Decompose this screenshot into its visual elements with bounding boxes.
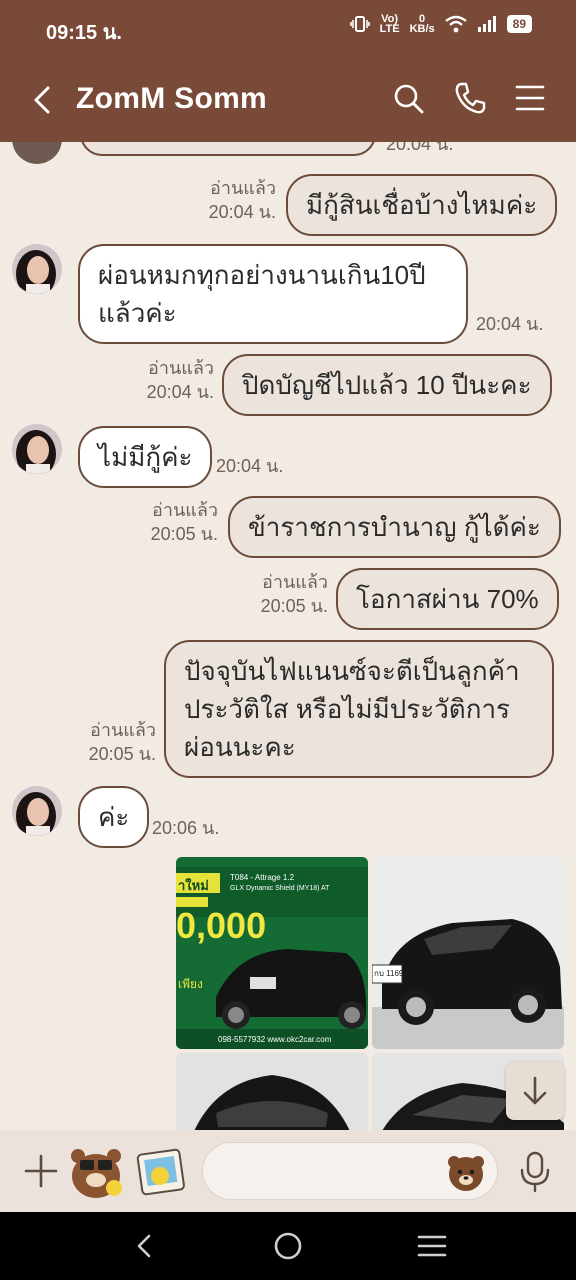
message-bubble-outgoing[interactable]: โอกาสผ่าน 70% <box>336 568 559 630</box>
message-bubble-outgoing[interactable]: ข้าราชการบำนาญ กู้ได้ค่ะ <box>228 496 561 558</box>
read-receipt: อ่านแล้ว <box>90 720 156 740</box>
search-icon[interactable] <box>390 80 426 116</box>
back-arrow-icon[interactable] <box>28 80 58 120</box>
message-time: 20:04 น. <box>216 456 284 476</box>
message-bubble-outgoing[interactable]: ปัจจุบันไฟแนนซ์จะตีเป็นลูกค้าประวัติใส ห… <box>164 640 554 778</box>
network-speed: 0 KB/s <box>409 13 435 35</box>
message-time: 20:06 น. <box>152 818 220 838</box>
nav-home-icon[interactable] <box>272 1230 304 1262</box>
chat-area[interactable]: 20:04 น. อ่านแล้ว 20:04 น. มีกู้สินเชื่อ… <box>0 142 576 1130</box>
license-plate: กบ 1169 <box>374 969 404 978</box>
message-bubble-incoming[interactable]: ไม่มีกู้ค่ะ <box>78 426 213 488</box>
message-time: 20:04 น. <box>386 142 454 154</box>
message-meta: อ่านแล้ว 20:05 น. <box>89 718 156 766</box>
image-sticker-icon[interactable] <box>134 1146 188 1200</box>
volte-indicator: Vo) LTE <box>379 13 400 35</box>
chat-title: ZomM Somm <box>76 82 268 115</box>
message-meta: อ่านแล้ว 20:04 น. <box>147 356 214 404</box>
read-receipt: อ่านแล้ว <box>152 500 218 520</box>
chat-header: ZomM Somm <box>0 56 576 142</box>
emoji-icon[interactable] <box>446 1152 486 1192</box>
contact-avatar[interactable] <box>12 786 62 836</box>
message-time: 20:04 น. <box>476 314 544 334</box>
message-time: 20:04 น. <box>208 202 276 222</box>
status-bar: 09:15 น. Vo) LTE 0 KB/s 89 <box>0 0 576 56</box>
ad-price: 0,000 <box>176 905 267 946</box>
menu-icon[interactable] <box>512 80 548 116</box>
ad-new-label: าใหม่ <box>178 878 209 893</box>
ad-trim: GLX Dynamic Shield (MY18) AT <box>230 885 330 892</box>
message-bubble-outgoing[interactable]: ปิดบัญชีไปแล้ว 10 ปีนะคะ <box>222 354 552 416</box>
scroll-to-bottom-button[interactable] <box>506 1062 564 1120</box>
sticker-icon[interactable] <box>68 1142 126 1200</box>
read-receipt: อ่านแล้ว <box>210 178 276 198</box>
phone-icon[interactable] <box>452 80 488 116</box>
system-navigation-bar <box>0 1212 576 1280</box>
read-receipt: อ่านแล้ว <box>262 572 328 592</box>
car-photo[interactable] <box>176 1053 368 1130</box>
wifi-icon <box>444 15 467 33</box>
message-input-bar <box>0 1130 576 1212</box>
nav-recents-icon[interactable] <box>416 1232 448 1260</box>
message-bubble-incoming[interactable]: ผ่อนหมกทุกอย่างนานเกิน10ปีแล้วค่ะ <box>78 244 468 344</box>
contact-avatar[interactable] <box>12 244 62 294</box>
car-ad-image[interactable]: าใหม่ T084 - Attrage 1.2 GLX Dynamic Shi… <box>176 857 368 1049</box>
microphone-icon[interactable] <box>518 1150 552 1194</box>
vibrate-icon <box>349 16 370 32</box>
message-meta: อ่านแล้ว 20:05 น. <box>151 498 218 546</box>
message-bubble-outgoing[interactable]: มีกู้สินเชื่อบ้างไหมค่ะ <box>286 174 558 236</box>
nav-back-icon[interactable] <box>130 1232 158 1260</box>
contact-avatar[interactable] <box>12 142 62 164</box>
car-photo[interactable]: กบ 1169 <box>372 857 564 1049</box>
status-icons: Vo) LTE 0 KB/s 89 <box>349 13 532 35</box>
message-time: 20:05 น. <box>150 524 218 544</box>
battery-indicator: 89 <box>506 15 532 33</box>
ad-contact: 098-5577932 www.okc2car.com <box>218 1035 332 1044</box>
message-meta: อ่านแล้ว 20:04 น. <box>209 176 276 224</box>
contact-avatar[interactable] <box>12 424 62 474</box>
message-time: 20:04 น. <box>146 382 214 402</box>
message-time: 20:05 น. <box>260 596 328 616</box>
read-receipt: อ่านแล้ว <box>148 358 214 378</box>
signal-icon <box>477 16 496 32</box>
plus-icon[interactable] <box>24 1154 58 1188</box>
message-meta: อ่านแล้ว 20:05 น. <box>261 570 328 618</box>
message-bubble-outgoing[interactable] <box>80 142 376 156</box>
status-time: 09:15 น. <box>46 22 122 44</box>
message-time: 20:05 น. <box>88 744 156 764</box>
ad-monthly: เพียง <box>178 977 203 991</box>
ad-model: T084 - Attrage 1.2 <box>230 873 295 882</box>
message-bubble-incoming[interactable]: ค่ะ <box>78 786 150 848</box>
